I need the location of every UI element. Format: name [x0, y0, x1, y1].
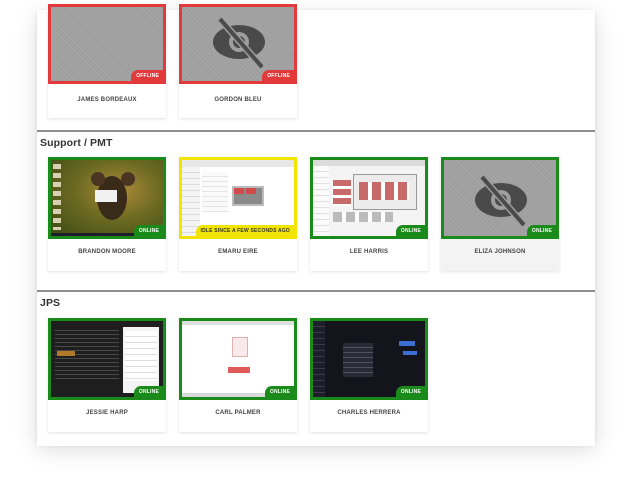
user-name: EMARU EIRE: [218, 249, 258, 255]
user-name: JAMES BORDEAUX: [77, 97, 137, 103]
status-badge: ONLINE: [133, 225, 163, 236]
user-card-charles-herrera[interactable]: ONLINE CHARLES HERRERA: [310, 318, 428, 432]
group-title: JPS: [40, 297, 61, 309]
eye-slash-icon: [475, 174, 527, 228]
app-sidebar: [313, 321, 325, 397]
screen-thumbnail[interactable]: OFFLINE: [179, 4, 297, 84]
user-name: BRANDON MOORE: [78, 249, 136, 255]
app-toolbar: [313, 160, 425, 166]
user-card-eliza-johnson[interactable]: ONLINE ELIZA JOHNSON: [441, 157, 559, 271]
image-gallery: [333, 180, 351, 206]
screen-thumbnail[interactable]: ONLINE: [48, 318, 166, 400]
screen-thumbnail[interactable]: IDLE SINCE A FEW SECONDS AGO: [179, 157, 297, 239]
screen-thumbnail[interactable]: ONLINE: [310, 157, 428, 239]
user-card-jessie-harp[interactable]: ONLINE JESSIE HARP: [48, 318, 166, 432]
user-card-gordon-bleu[interactable]: OFFLINE GORDON BLEU: [179, 4, 297, 118]
user-name: CARL PALMER: [215, 410, 261, 416]
status-badge: ONLINE: [395, 225, 425, 236]
group-title: Support / PMT: [40, 137, 113, 149]
eye-slash-icon: [213, 16, 265, 70]
screen-thumbnail[interactable]: ONLINE: [310, 318, 428, 400]
screen-thumbnail[interactable]: ONLINE: [48, 157, 166, 239]
group-section: OFFLINE JAMES BORDEAUX OFFLINE GORDON BL…: [37, 4, 595, 130]
desktop-icons: [53, 164, 61, 230]
app-sidebar: [313, 166, 329, 236]
app-content: [202, 172, 228, 212]
status-badge: OFFLINE: [131, 70, 163, 81]
screen-thumbnail[interactable]: OFFLINE: [48, 4, 166, 84]
monitor-panel: OFFLINE JAMES BORDEAUX OFFLINE GORDON BL…: [37, 4, 595, 446]
status-badge: ONLINE: [133, 386, 163, 397]
user-card-lee-harris[interactable]: ONLINE LEE HARRIS: [310, 157, 428, 271]
user-name: LEE HARRIS: [349, 249, 389, 255]
status-badge: OFFLINE: [262, 70, 294, 81]
status-badge: ONLINE: [526, 225, 556, 236]
status-badge: IDLE SINCE A FEW SECONDS AGO: [195, 225, 294, 236]
action-button: [228, 367, 250, 373]
app-toolbar: [182, 160, 294, 167]
screen-thumbnail[interactable]: ONLINE: [441, 157, 559, 239]
user-name: JESSIE HARP: [86, 410, 128, 416]
screen-thumbnail[interactable]: ONLINE: [179, 318, 297, 400]
user-name: GORDON BLEU: [214, 97, 262, 103]
user-card-emaru-eire[interactable]: IDLE SINCE A FEW SECONDS AGO EMARU EIRE: [179, 157, 297, 271]
app-sidebar: [182, 167, 200, 236]
user-name: ELIZA JOHNSON: [474, 249, 526, 255]
dialog-card: [232, 337, 248, 357]
content-panel: [343, 343, 373, 377]
user-card-james-bordeaux[interactable]: OFFLINE JAMES BORDEAUX: [48, 4, 166, 118]
user-card-brandon-moore[interactable]: ONLINE BRANDON MOORE: [48, 157, 166, 271]
group-section: Support / PMT ONLINE BRANDON MOORE IDLE …: [37, 130, 595, 292]
dialog-window: [95, 190, 117, 202]
user-name: CHARLES HERRERA: [337, 410, 401, 416]
user-card-carl-palmer[interactable]: ONLINE CARL PALMER: [179, 318, 297, 432]
status-badge: ONLINE: [264, 386, 294, 397]
group-section: JPS ONLINE JESSIE HARP ONLINE CARL PALME…: [37, 290, 595, 446]
status-badge: ONLINE: [395, 386, 425, 397]
app-toolbar: [182, 321, 294, 325]
